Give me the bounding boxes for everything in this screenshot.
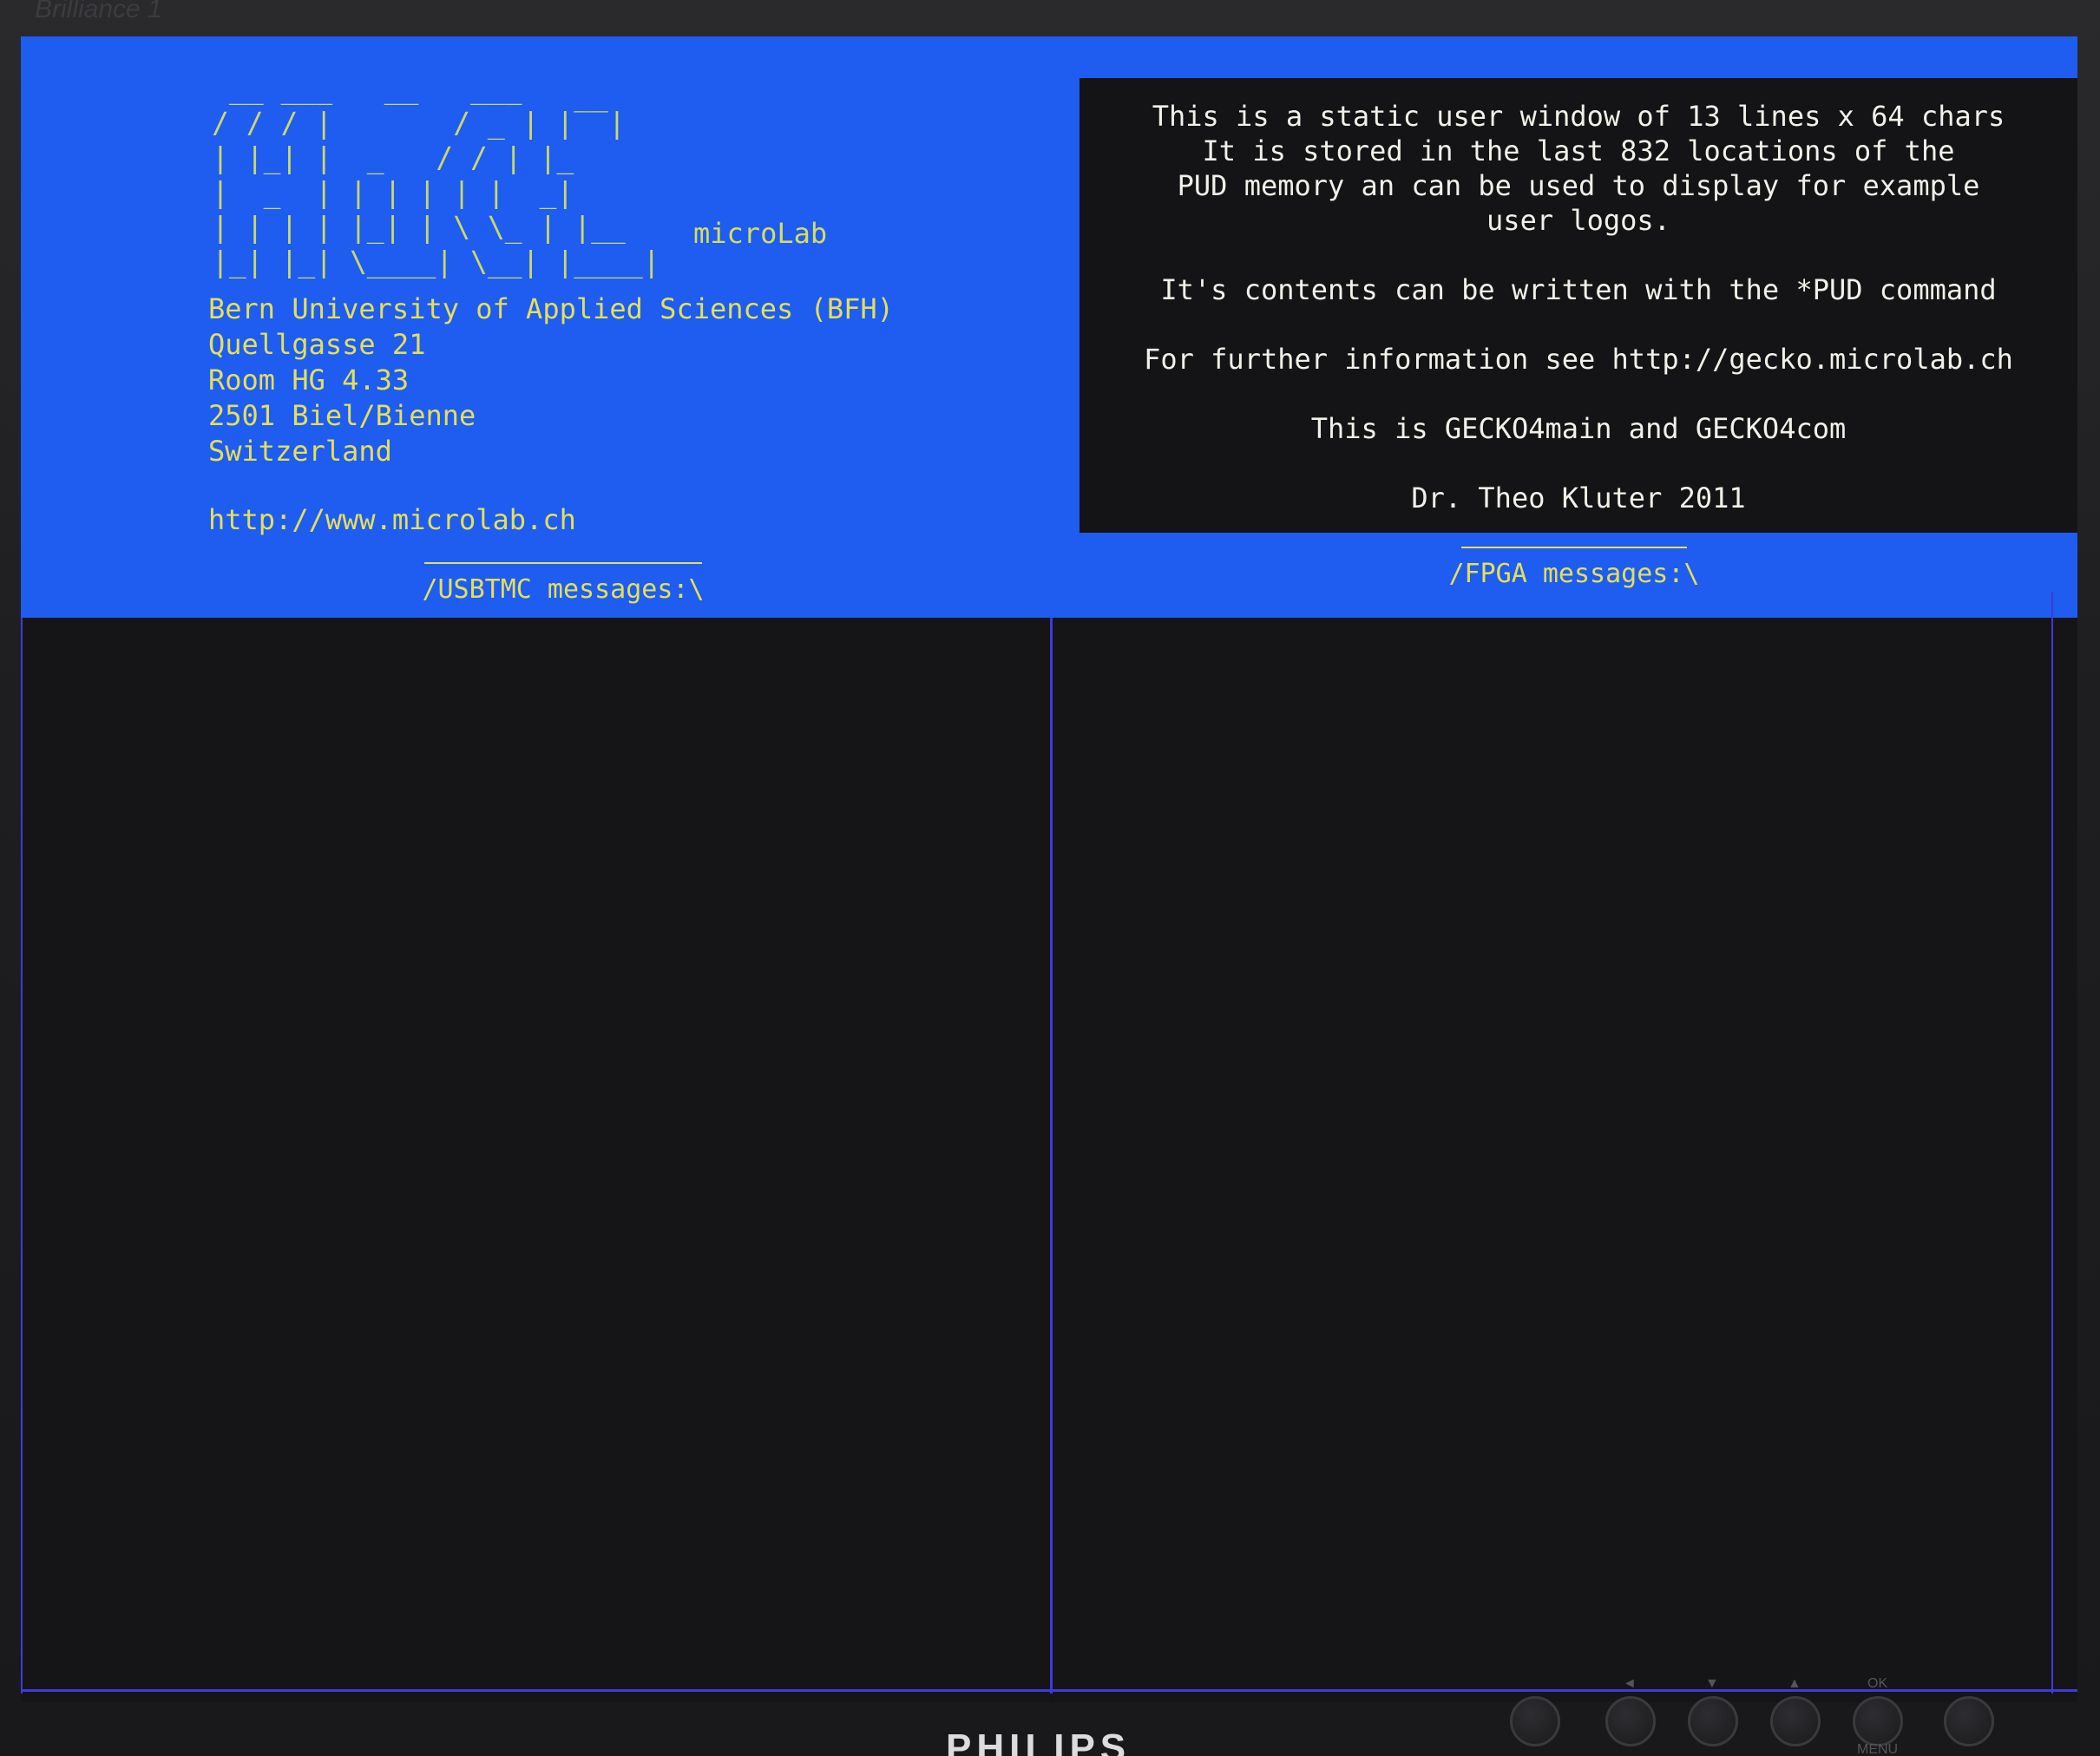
usbtmc-messages-pane[interactable] [21,618,1050,1702]
logo-line: / / / | / _ | |‾‾| [212,106,626,140]
pane-border-bottom [21,1689,2077,1692]
logo-line: | |_| | _ / / | |_ [212,141,574,174]
user-window-line [1080,377,2077,411]
address-line: Switzerland [208,435,392,468]
user-window-line [1080,307,2077,342]
pane-divider [1050,618,1053,1694]
power-button[interactable] [1944,1696,1994,1746]
user-window-line: This is GECKO4main and GECKO4com [1310,412,1847,445]
logo-suffix: microLab [693,217,828,250]
user-window-line [1080,238,2077,272]
fpga-pane-title: /FPGA messages:\ [1444,547,1704,589]
down-button[interactable] [1688,1696,1738,1746]
ascii-logo: __ ___ __ ___ / / / | / _ | |‾‾| | |_| |… [212,71,660,279]
fpga-messages-pane[interactable] [1053,618,2077,1702]
user-window-line: user logos. [1486,204,1670,237]
usbtmc-title-text: /USBTMC messages:\ [422,574,705,605]
logo-line: |_| |_| \____| \__| |____| [212,245,660,278]
logo-line: __ ___ __ ___ [212,71,522,105]
logo-line: | _ | | | | | | _| [212,175,574,209]
up-button[interactable] [1770,1696,1821,1746]
down-arrow-icon: ▼ [1705,1676,1719,1691]
logo-line: | | | | |_| | \ \_ | |__ [212,210,626,244]
input-button[interactable] [1510,1696,1560,1746]
title-overline [424,562,702,564]
user-window-line: For further information see http://gecko… [1144,343,2013,376]
user-window-line: This is a static user window of 13 lines… [1152,100,2005,133]
address-line: Room HG 4.33 [208,364,410,396]
left-button[interactable] [1605,1696,1656,1746]
menu-label: MENU [1857,1742,1899,1756]
user-window-line: PUD memory an can be used to display for… [1177,169,1980,202]
usbtmc-pane-title: /USBTMC messages:\ [407,562,719,605]
user-window-line [1080,446,2077,481]
static-user-window: This is a static user window of 13 lines… [1080,78,2077,533]
up-arrow-icon: ▲ [1788,1676,1801,1691]
terminal-screen: __ ___ __ ___ / / / | / _ | |‾‾| | |_| |… [21,36,2077,1702]
address-block: Bern University of Applied Sciences (BFH… [208,292,894,469]
monitor-brand-bottom: PHILIPS [946,1727,1132,1756]
pane-border-right [2051,592,2053,1694]
title-overline [1461,547,1687,548]
header-banner: __ ___ __ ___ / / / | / _ | |‾‾| | |_| |… [21,36,2077,618]
monitor-brand-top: Brilliance 1 [35,0,162,23]
user-window-line: It is stored in the last 832 locations o… [1202,134,1955,167]
fpga-title-text: /FPGA messages:\ [1448,559,1700,589]
left-arrow-icon: ◄ [1623,1676,1637,1691]
ok-button[interactable] [1853,1696,1903,1746]
monitor-bezel: Brilliance 1 __ ___ __ ___ / / / | / _ |… [0,0,2100,1756]
user-window-line: Dr. Theo Kluter 2011 [1411,482,1746,514]
user-window-line: It's contents can be written with the *P… [1160,273,1997,306]
address-line: 2501 Biel/Bienne [208,399,476,432]
address-line: Bern University of Applied Sciences (BFH… [208,292,894,325]
pane-border-left [21,618,23,1694]
website-url: http://www.microlab.ch [208,503,576,536]
address-line: Quellgasse 21 [208,328,426,361]
ok-label: OK [1867,1676,1888,1691]
